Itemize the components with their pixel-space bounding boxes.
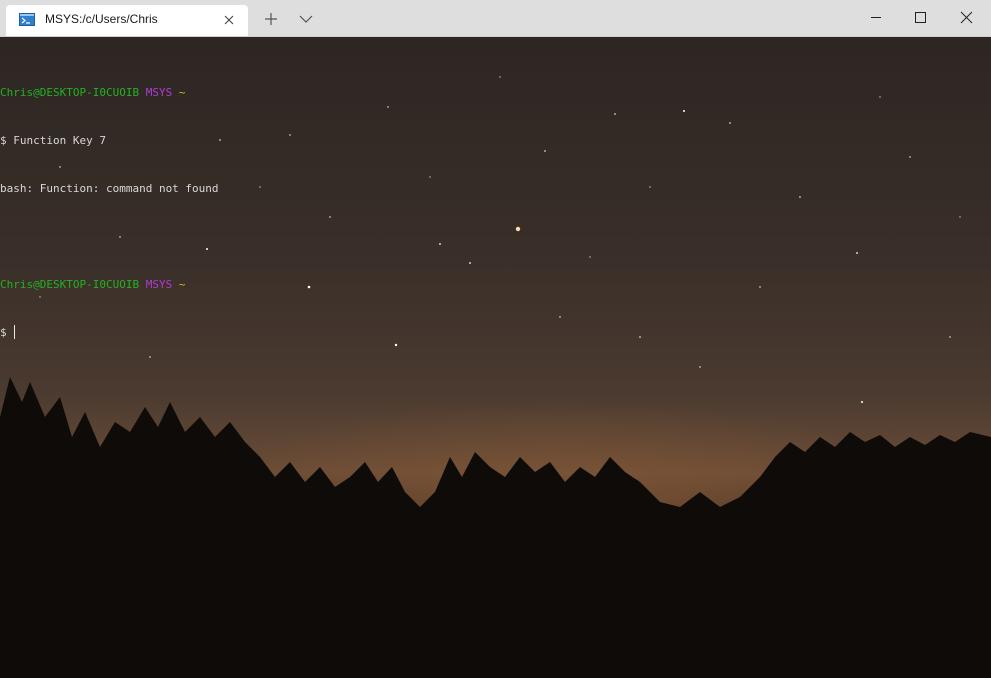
tab-title: MSYS:/c/Users/Chris	[45, 12, 158, 26]
command-line[interactable]: $	[0, 325, 219, 341]
title-bar: MSYS:/c/Users/Chris	[0, 0, 991, 37]
plus-icon[interactable]	[262, 10, 280, 28]
prompt-symbol: $	[0, 134, 7, 147]
prompt-line: Chris@DESKTOP-I0CUOIB MSYS ~	[0, 85, 219, 101]
chevron-down-icon[interactable]	[297, 12, 315, 26]
maximize-icon[interactable]	[898, 0, 944, 36]
msystem-label: MSYS	[145, 86, 173, 99]
close-icon[interactable]	[944, 0, 990, 36]
terminal-pane[interactable]: Chris@DESKTOP-I0CUOIB MSYS ~ $ Function …	[0, 37, 991, 678]
terminal-icon	[19, 13, 35, 26]
tab-msys[interactable]: MSYS:/c/Users/Chris	[6, 5, 248, 36]
prompt-line: Chris@DESKTOP-I0CUOIB MSYS ~	[0, 277, 219, 293]
terminal-window: MSYS:/c/Users/Chris Chris@DESKTOP-I0CUOI…	[0, 0, 991, 678]
output-line: bash: Function: command not found	[0, 182, 219, 195]
text-cursor	[14, 325, 16, 339]
command-line: $ Function Key 7	[0, 133, 219, 149]
minimize-icon[interactable]	[853, 0, 899, 36]
cwd: ~	[178, 278, 186, 291]
close-icon[interactable]	[221, 12, 237, 28]
user-host: Chris@DESKTOP-I0CUOIB	[0, 86, 140, 99]
command-text: Function Key 7	[13, 134, 106, 147]
terminal-output: Chris@DESKTOP-I0CUOIB MSYS ~ $ Function …	[0, 53, 219, 373]
cwd: ~	[178, 86, 186, 99]
prompt-symbol: $	[0, 326, 7, 339]
msystem-label: MSYS	[145, 278, 173, 291]
user-host: Chris@DESKTOP-I0CUOIB	[0, 278, 140, 291]
